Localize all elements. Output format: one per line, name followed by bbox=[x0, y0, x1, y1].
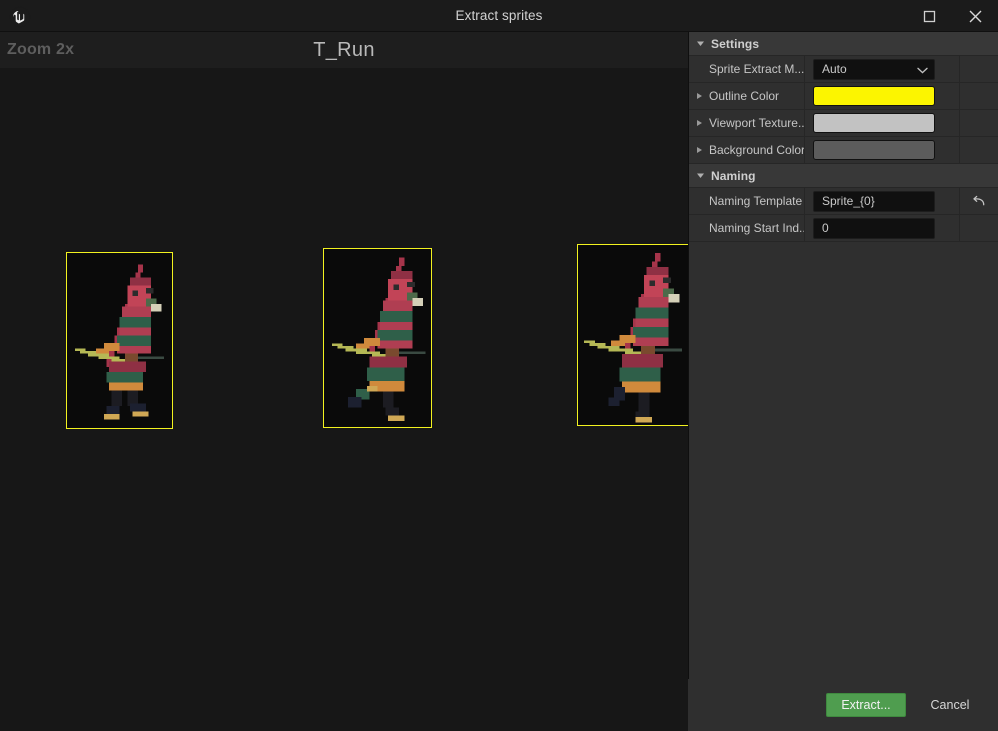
close-button[interactable] bbox=[952, 0, 998, 32]
property-row-naming-template: Naming Template Sprite_{0} bbox=[689, 187, 998, 215]
property-extra-cell bbox=[960, 215, 998, 242]
property-label: Sprite Extract M... bbox=[709, 62, 804, 76]
dialog-footer: Extract... Cancel bbox=[688, 679, 998, 731]
maximize-icon bbox=[923, 10, 936, 23]
triangle-down-icon bbox=[689, 32, 711, 56]
naming-start-index-value: 0 bbox=[822, 221, 829, 235]
extract-sprites-dialog: Extract sprites Zoom 2x T_Run Settings S… bbox=[0, 0, 998, 731]
property-label-cell: Sprite Extract M... bbox=[689, 55, 805, 83]
property-row-naming-start-index: Naming Start Ind... 0 bbox=[689, 214, 998, 242]
category-header-settings[interactable]: Settings bbox=[689, 32, 998, 56]
background-color-swatch[interactable] bbox=[813, 140, 935, 160]
chevron-down-icon bbox=[917, 60, 928, 81]
property-value-cell bbox=[805, 109, 960, 137]
property-value-cell: Auto bbox=[805, 55, 960, 83]
property-label-cell: Viewport Texture... bbox=[689, 109, 805, 137]
title-bar: Extract sprites bbox=[0, 0, 998, 32]
sprite-thumbnail bbox=[67, 253, 172, 428]
property-extra-cell bbox=[960, 83, 998, 110]
property-label: Naming Template bbox=[709, 194, 803, 208]
property-label: Background Color bbox=[709, 143, 804, 157]
unreal-engine-logo-icon bbox=[7, 4, 33, 29]
extract-button[interactable]: Extract... bbox=[826, 693, 906, 717]
category-title: Settings bbox=[711, 36, 760, 51]
panel-empty-area bbox=[689, 242, 998, 662]
property-label-cell: Outline Color bbox=[689, 82, 805, 110]
cancel-button[interactable]: Cancel bbox=[920, 693, 980, 717]
outline-color-swatch[interactable] bbox=[813, 86, 935, 106]
property-label-cell: Naming Template bbox=[689, 187, 805, 215]
sprite-canvas[interactable] bbox=[0, 68, 688, 731]
triangle-down-icon bbox=[689, 164, 711, 188]
naming-start-index-input[interactable]: 0 bbox=[813, 217, 935, 239]
property-row-background-color: Background Color bbox=[689, 136, 998, 164]
property-value-cell bbox=[805, 82, 960, 110]
category-title: Naming bbox=[711, 168, 756, 183]
property-extra-cell bbox=[960, 188, 998, 215]
category-header-naming[interactable]: Naming bbox=[689, 164, 998, 188]
triangle-right-icon[interactable] bbox=[689, 83, 709, 110]
naming-template-input[interactable]: Sprite_{0} bbox=[813, 190, 935, 212]
property-extra-cell bbox=[960, 137, 998, 164]
naming-template-value: Sprite_{0} bbox=[822, 194, 875, 208]
property-value-cell: 0 bbox=[805, 214, 960, 242]
property-extra-cell bbox=[960, 56, 998, 83]
sprite-thumbnail bbox=[578, 245, 688, 425]
property-row-outline-color: Outline Color bbox=[689, 82, 998, 110]
property-value-cell: Sprite_{0} bbox=[805, 187, 960, 215]
sprite-extract-mode-dropdown[interactable]: Auto bbox=[813, 58, 935, 81]
property-label: Viewport Texture... bbox=[709, 116, 804, 130]
maximize-button[interactable] bbox=[906, 0, 952, 32]
texture-name-label: T_Run bbox=[313, 39, 375, 61]
sprite-selection-box[interactable] bbox=[323, 248, 432, 428]
sprite-selection-box[interactable] bbox=[66, 252, 173, 429]
sprite-viewport[interactable]: Zoom 2x T_Run bbox=[0, 32, 688, 731]
viewport-header: Zoom 2x T_Run bbox=[0, 32, 688, 68]
property-row-sprite-extract-mode: Sprite Extract M... Auto bbox=[689, 55, 998, 83]
triangle-right-icon[interactable] bbox=[689, 137, 709, 164]
property-extra-cell bbox=[960, 110, 998, 137]
dropdown-value: Auto bbox=[822, 62, 847, 76]
property-label: Outline Color bbox=[709, 89, 780, 103]
triangle-right-icon[interactable] bbox=[689, 110, 709, 137]
sprite-selection-box[interactable] bbox=[577, 244, 688, 426]
viewport-texture-color-swatch[interactable] bbox=[813, 113, 935, 133]
property-label: Naming Start Ind... bbox=[709, 221, 804, 235]
property-value-cell bbox=[805, 136, 960, 164]
settings-panel: Settings Sprite Extract M... Auto Outlin… bbox=[688, 32, 998, 731]
property-row-viewport-texture-tint: Viewport Texture... bbox=[689, 109, 998, 137]
window-title: Extract sprites bbox=[455, 8, 543, 23]
close-icon bbox=[968, 9, 983, 24]
sprite-thumbnail bbox=[324, 249, 431, 427]
property-label-cell: Naming Start Ind... bbox=[689, 214, 805, 242]
property-label-cell: Background Color bbox=[689, 136, 805, 164]
zoom-level-label: Zoom 2x bbox=[7, 41, 75, 58]
reset-arrow-icon[interactable] bbox=[970, 192, 988, 210]
